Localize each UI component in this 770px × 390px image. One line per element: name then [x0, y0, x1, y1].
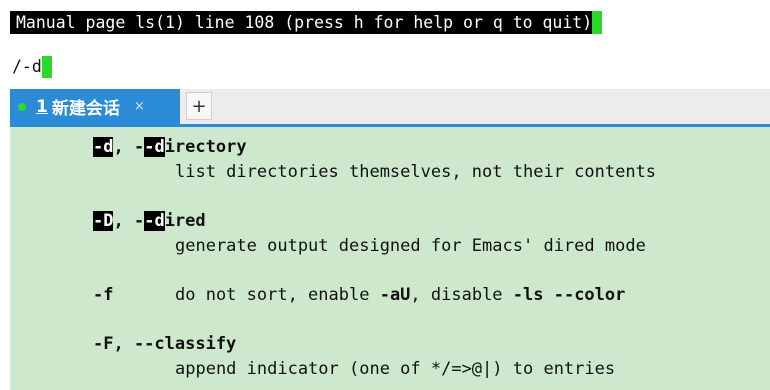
search-match: -D	[93, 211, 114, 231]
option-text: , -	[113, 137, 145, 157]
search-cursor	[41, 56, 52, 78]
option-D-line: -D, --dired	[93, 209, 206, 233]
option-f-line: -f	[93, 283, 113, 307]
terminal-top-area: Manual page ls(1) line 108 (press h for …	[10, 0, 770, 90]
tab-label: 新建会话	[51, 99, 120, 119]
option-flag: -f	[93, 285, 114, 305]
option-text: ired	[164, 211, 206, 231]
option-d-description: list directories themselves, not their c…	[175, 162, 657, 182]
pager-search-line[interactable]: /-d	[12, 56, 52, 78]
search-match: -d	[93, 137, 114, 157]
search-match: -d	[144, 211, 165, 231]
search-match: -d	[144, 137, 165, 157]
desc-text: do not sort, enable	[175, 285, 380, 305]
session-tabbar: 1 新建会话 × +	[10, 89, 770, 127]
new-tab-button[interactable]: +	[186, 92, 212, 120]
connected-status-dot	[18, 102, 26, 111]
pager-status-text: Manual page ls(1) line 108 (press h for …	[16, 13, 593, 32]
option-d-line: -d, --directory	[93, 135, 247, 159]
option-text: , -	[113, 211, 145, 231]
option-F-description: append indicator (one of */=>@|) to entr…	[175, 359, 616, 379]
search-query[interactable]: /-d	[12, 56, 42, 78]
desc-bold: -ls --color	[512, 285, 626, 305]
terminal-output: -d, --directory list directories themsel…	[10, 127, 770, 390]
option-F-line: -F, --classify	[93, 332, 236, 356]
option-D-description: generate output designed for Emacs' dire…	[175, 236, 646, 256]
tab-close-icon[interactable]: ×	[134, 99, 145, 114]
desc-bold: -aU	[379, 285, 411, 305]
option-f-description: do not sort, enable -aU, disable -ls --c…	[175, 283, 625, 307]
desc-text: , disable	[410, 285, 513, 305]
pager-status-line: Manual page ls(1) line 108 (press h for …	[10, 11, 603, 34]
tab-number: 1	[36, 96, 48, 117]
tab-session-1[interactable]: 1 新建会话 ×	[10, 89, 180, 124]
option-flag: -F, --classify	[93, 334, 237, 354]
option-text: irectory	[164, 137, 247, 157]
terminal-cursor	[592, 11, 603, 34]
